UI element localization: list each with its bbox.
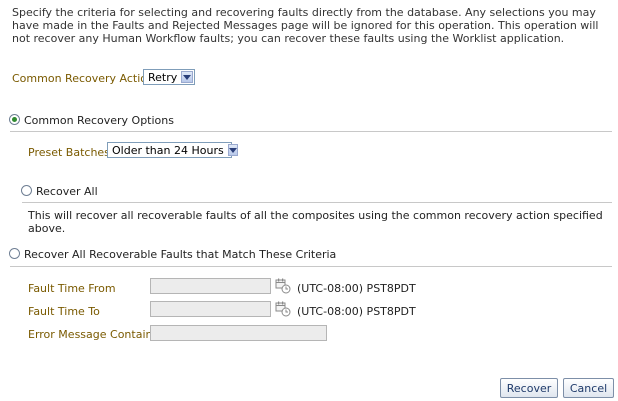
error-message-label: Error Message Contains [28, 328, 159, 341]
divider [10, 266, 612, 267]
preset-batches-value: Older than 24 Hours [112, 143, 224, 157]
common-recovery-action-value: Retry [148, 70, 178, 84]
fault-time-to-label: Fault Time To [28, 305, 100, 318]
common-recovery-action-label: Common Recovery Action [12, 72, 154, 85]
preset-batches-select[interactable]: Older than 24 Hours [107, 142, 238, 158]
recover-all-radio[interactable] [21, 185, 32, 196]
recover-criteria-radio[interactable] [9, 248, 20, 259]
recover-all-description: This will recover all recoverable faults… [28, 209, 603, 235]
divider [22, 202, 612, 203]
chevron-down-icon [227, 144, 238, 156]
recover-button[interactable]: Recover [500, 378, 558, 398]
recover-all-label: Recover All [36, 185, 98, 198]
preset-batches-label: Preset Batches [28, 146, 110, 159]
cancel-button[interactable]: Cancel [563, 378, 614, 398]
intro-text: Specify the criteria for selecting and r… [12, 6, 599, 45]
calendar-clock-icon[interactable] [275, 278, 291, 294]
fault-time-from-label: Fault Time From [28, 282, 116, 295]
recover-criteria-label: Recover All Recoverable Faults that Matc… [24, 248, 337, 261]
divider [10, 131, 612, 132]
common-recovery-options-label: Common Recovery Options [24, 114, 174, 127]
common-recovery-action-select[interactable]: Retry [143, 69, 195, 85]
calendar-clock-icon[interactable] [275, 301, 291, 317]
chevron-down-icon [181, 71, 193, 83]
fault-time-to-input[interactable] [150, 301, 271, 317]
common-recovery-options-radio[interactable] [9, 114, 20, 125]
error-message-input[interactable] [150, 325, 327, 341]
fault-time-from-timezone: (UTC-08:00) PST8PDT [297, 282, 416, 295]
fault-time-to-timezone: (UTC-08:00) PST8PDT [297, 305, 416, 318]
fault-time-from-input[interactable] [150, 278, 271, 294]
